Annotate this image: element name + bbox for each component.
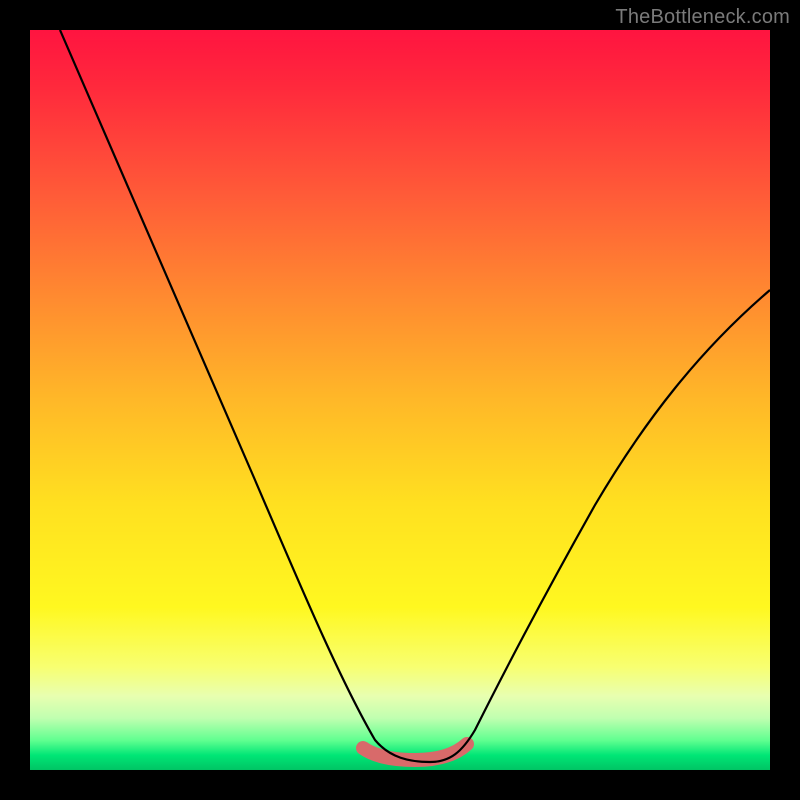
chart-stage: TheBottleneck.com: [0, 0, 800, 800]
bottleneck-curve-line: [60, 30, 770, 762]
plot-area: [30, 30, 770, 770]
watermark-text: TheBottleneck.com: [615, 6, 790, 29]
bottleneck-curve-svg: [30, 30, 770, 770]
